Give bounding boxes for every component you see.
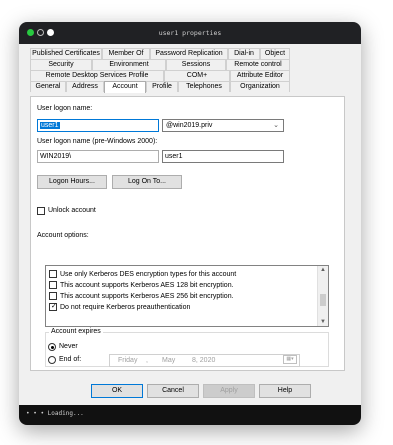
option-label: Do not require Kerberos preauthenticatio… (60, 303, 191, 311)
tab-row-4: General Address Account Profile Telephon… (30, 81, 290, 93)
tab-member-of[interactable]: Member Of (102, 48, 150, 59)
list-item[interactable]: This account supports Kerberos AES 256 b… (49, 292, 234, 300)
never-radio[interactable] (48, 343, 56, 351)
domain-value: @win2019.priv (166, 122, 213, 129)
tab-password-replication[interactable]: Password Replication (150, 48, 228, 59)
expiry-date-picker[interactable]: Friday , May 8, 2020 ▦▾ (109, 354, 300, 367)
list-item[interactable]: ✓ Do not require Kerberos preauthenticati… (49, 303, 190, 311)
scroll-up-icon[interactable]: ▲ (318, 267, 328, 273)
tab-row-3: Remote Desktop Services Profile COM+ Att… (30, 70, 290, 81)
ok-button[interactable]: OK (91, 384, 143, 398)
tab-dial-in[interactable]: Dial-in (228, 48, 260, 59)
account-options-list[interactable]: Use only Kerberos DES encryption types f… (45, 265, 329, 327)
logon-hours-button[interactable]: Logon Hours... (37, 175, 107, 189)
unlock-account-label: Unlock account (48, 207, 96, 214)
tab-general[interactable]: General (30, 81, 66, 92)
cancel-button[interactable]: Cancel (147, 384, 199, 398)
properties-window: user1 properties Published Certificates … (19, 22, 361, 425)
unlock-account-checkbox[interactable] (37, 207, 45, 215)
tab-security[interactable]: Security (30, 59, 92, 70)
tab-com-plus[interactable]: COM+ (164, 70, 230, 81)
option-checkbox[interactable] (49, 270, 57, 278)
tab-profile[interactable]: Profile (146, 81, 178, 92)
checkmark-icon: ✓ (51, 303, 57, 310)
tab-remote-control[interactable]: Remote control (226, 59, 290, 70)
date-separator: , (146, 357, 148, 364)
tab-row-1: Published Certificates Member Of Passwor… (30, 48, 290, 59)
list-item[interactable]: This account supports Kerberos AES 128 b… (49, 281, 234, 289)
logon-name-value: user1 (40, 122, 60, 129)
tab-remote-desktop-services-profile[interactable]: Remote Desktop Services Profile (30, 70, 164, 81)
tab-telephones[interactable]: Telephones (178, 81, 230, 92)
option-checkbox[interactable] (49, 281, 57, 289)
calendar-dropdown-icon[interactable]: ▦▾ (283, 355, 297, 364)
pre2000-user-input[interactable]: user1 (162, 150, 284, 163)
tab-organization[interactable]: Organization (230, 81, 290, 92)
tab-row-2: Security Environment Sessions Remote con… (30, 59, 290, 70)
tab-published-certificates[interactable]: Published Certificates (30, 48, 102, 59)
scroll-down-icon[interactable]: ▼ (318, 319, 328, 325)
logon-name-input[interactable]: user1 (37, 119, 159, 132)
chevron-down-icon: ⌄ (273, 122, 279, 129)
pre2000-domain-field: WIN2019\ (37, 150, 159, 163)
end-of-label: End of: (59, 356, 82, 363)
option-label: This account supports Kerberos AES 128 b… (60, 281, 234, 289)
apply-button: Apply (203, 384, 255, 398)
date-month: May (162, 357, 176, 364)
tab-sessions[interactable]: Sessions (166, 59, 226, 70)
scroll-thumb[interactable] (320, 294, 326, 306)
window-title: user1 properties (158, 29, 222, 37)
status-bar: • • • Loading... (19, 405, 361, 425)
list-item[interactable]: Use only Kerberos DES encryption types f… (49, 270, 236, 278)
tab-attribute-editor[interactable]: Attribute Editor (230, 70, 290, 81)
domain-select[interactable]: @win2019.priv ⌄ (162, 119, 284, 132)
date-weekday: Friday (118, 357, 138, 364)
tab-object[interactable]: Object (260, 48, 290, 59)
never-label: Never (59, 343, 78, 350)
date-day-year: 8, 2020 (192, 357, 216, 364)
pre2000-label: User logon name (pre-Windows 2000): (37, 138, 158, 145)
option-label: This account supports Kerberos AES 256 b… (60, 292, 234, 300)
tab-account[interactable]: Account (104, 81, 146, 93)
account-options-label: Account options: (37, 232, 89, 239)
help-button[interactable]: Help (259, 384, 311, 398)
option-checkbox[interactable] (49, 292, 57, 300)
log-on-to-button[interactable]: Log On To... (112, 175, 182, 189)
option-checkbox[interactable]: ✓ (49, 303, 57, 311)
status-text: • • • Loading... (26, 410, 84, 417)
options-scrollbar[interactable]: ▲ ▼ (317, 266, 328, 326)
tab-address[interactable]: Address (66, 81, 104, 92)
logon-name-label: User logon name: (37, 105, 93, 112)
title-bar: user1 properties (19, 22, 361, 44)
end-of-radio[interactable] (48, 356, 56, 364)
option-label: Use only Kerberos DES encryption types f… (60, 270, 237, 278)
tab-environment[interactable]: Environment (92, 59, 166, 70)
account-expires-title: Account expires (49, 328, 103, 335)
